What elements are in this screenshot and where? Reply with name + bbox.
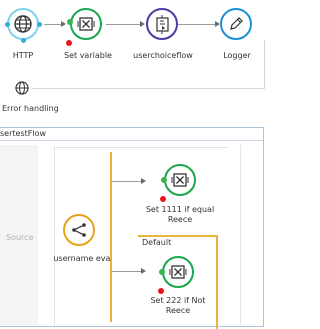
variable-x-icon [171, 173, 189, 187]
input-indicator [67, 19, 73, 25]
input-indicator [161, 177, 167, 183]
logger-processor[interactable]: Logger [212, 6, 262, 64]
flow-reference-circle[interactable] [146, 8, 178, 40]
set-variable-processor[interactable]: Set variable [62, 6, 118, 64]
choice-branch-bar [110, 152, 112, 322]
connection-handle-right[interactable] [37, 22, 42, 27]
globe-icon [14, 15, 32, 33]
choice-router-icon [72, 223, 86, 237]
error-indicator [158, 288, 164, 294]
error-handling-line-right [264, 40, 265, 89]
http-label: HTTP [12, 51, 34, 60]
connection-handle-bottom[interactable] [21, 38, 26, 43]
choice-router-label: username eval [53, 254, 113, 263]
error-indicator [66, 40, 72, 46]
logger-label: Logger [223, 51, 251, 60]
connection-handle-left[interactable] [5, 22, 10, 27]
set-variable-circle[interactable] [70, 8, 102, 40]
choice-router-circle[interactable] [63, 214, 95, 246]
connector-line [178, 24, 216, 25]
userchoiceflow-label: userchoiceflow [133, 51, 193, 60]
canvas-right-edge [240, 145, 241, 325]
choice-router[interactable]: username eval [53, 210, 113, 270]
error-handling-line [32, 88, 264, 89]
http-circle[interactable] [7, 8, 39, 40]
set-variable-label: Set variable [64, 51, 112, 60]
set-222-circle[interactable] [162, 256, 194, 288]
set-1111-processor[interactable]: Set 1111 if equal Reece [140, 160, 220, 226]
set-222-label: Set 222 if Not Reece [150, 296, 206, 315]
variable-x-icon [77, 17, 95, 31]
source-label: Source [6, 233, 34, 242]
default-branch-label: Default [142, 238, 172, 247]
pencil-icon [230, 17, 243, 30]
flow-title[interactable]: sertestFlow [0, 129, 46, 139]
main-flow: HTTP Set variable userchoiceflow Logger … [0, 0, 267, 120]
variable-x-icon [169, 265, 187, 279]
flow-title-bar: sertestFlow [0, 128, 263, 141]
error-handling[interactable]: Error handling [0, 78, 60, 118]
http-listener[interactable]: HTTP [0, 6, 46, 64]
logger-circle[interactable] [220, 8, 252, 40]
connector-line [44, 24, 62, 25]
error-handling-label: Error handling [2, 104, 59, 113]
set-222-processor[interactable]: Set 222 if Not Reece [140, 252, 220, 320]
connector-line [112, 181, 142, 182]
set-1111-label: Set 1111 if equal Reece [145, 205, 215, 224]
flow-reference[interactable]: userchoiceflow [128, 6, 198, 64]
source-area[interactable]: Source [0, 145, 38, 325]
globe-icon [15, 81, 29, 95]
set-1111-circle[interactable] [164, 164, 196, 196]
flow-reference-icon [156, 15, 169, 34]
input-indicator [159, 269, 165, 275]
error-indicator [160, 196, 166, 202]
